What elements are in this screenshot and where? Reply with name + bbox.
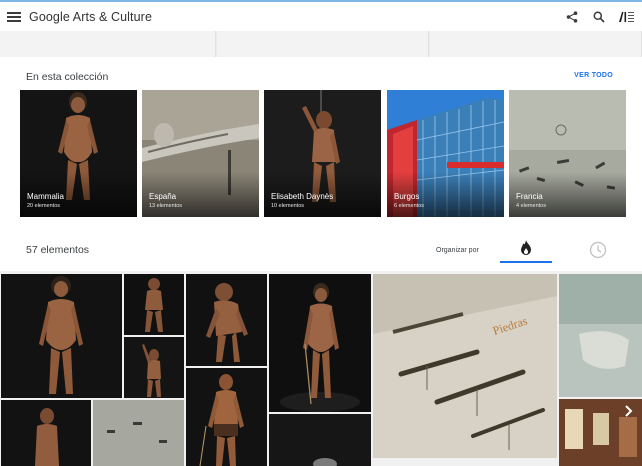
menu-icon[interactable] [7,11,21,22]
card-count: 20 elementos [27,203,61,209]
strip-segment [430,31,642,57]
next-arrow-icon[interactable] [622,403,636,419]
results-count: 57 elementos [26,244,90,256]
card-title: España [149,192,177,201]
museum-logo-icon[interactable] [618,8,636,26]
grid-item[interactable]: Piedras [373,274,557,458]
see-all-link[interactable]: VER TODO [574,72,613,79]
sort-date-button[interactable] [589,241,607,259]
collection-panel: En esta colección VER TODO Mammalia 20 e… [0,57,642,271]
top-app-bar: Google Arts & Culture [0,0,642,31]
item-image [559,274,642,397]
item-image [1,274,122,398]
card-title: Elisabeth Daynès [271,192,334,201]
item-image [124,274,184,335]
grid-item[interactable] [269,274,371,412]
item-image [1,400,91,466]
collection-card-espana[interactable]: España 13 elementos [142,90,259,217]
brand-title[interactable]: Google Arts & Culture [29,10,152,24]
card-title: Burgos [394,192,420,201]
card-title: Mammalia [27,192,64,201]
collection-card-mammalia[interactable]: Mammalia 20 elementos [20,90,137,217]
grid-item[interactable] [93,400,184,466]
grid-item[interactable] [269,414,371,466]
grid-item[interactable] [559,274,642,397]
item-image: Piedras [373,274,557,458]
item-image [124,337,184,398]
item-image [269,414,371,466]
popularity-icon [521,240,531,255]
share-icon[interactable] [564,9,580,25]
grid-item[interactable] [186,368,267,466]
grid-item[interactable] [1,274,122,398]
grid-item[interactable] [186,274,267,366]
clock-icon [589,241,607,259]
previous-section-strip [0,31,642,57]
collection-card-francia[interactable]: Francia 4 elementos [509,90,626,217]
card-title: Francia [516,192,543,201]
card-count: 6 elementos [394,203,424,209]
card-count: 4 elementos [516,203,546,209]
grid-item[interactable] [1,400,91,466]
item-image [269,274,371,412]
sort-label: Organizar por [436,247,479,254]
collection-card-burgos[interactable]: Burgos 6 elementos [387,90,504,217]
top-actions [564,2,636,31]
items-grid: Piedras [0,271,642,466]
grid-item[interactable] [124,274,184,335]
card-count: 10 elementos [271,203,305,209]
grid-item[interactable] [124,337,184,398]
section-title: En esta colección [26,71,109,83]
strip-segment [217,31,429,57]
sort-popularity-button[interactable] [500,235,552,263]
card-count: 13 elementos [149,203,183,209]
search-icon[interactable] [591,9,607,25]
item-image [186,274,267,366]
strip-segment [0,31,216,57]
item-image [186,368,267,466]
collection-card-elisabeth-daynes[interactable]: Elisabeth Daynès 10 elementos [264,90,381,217]
item-image [93,400,184,466]
